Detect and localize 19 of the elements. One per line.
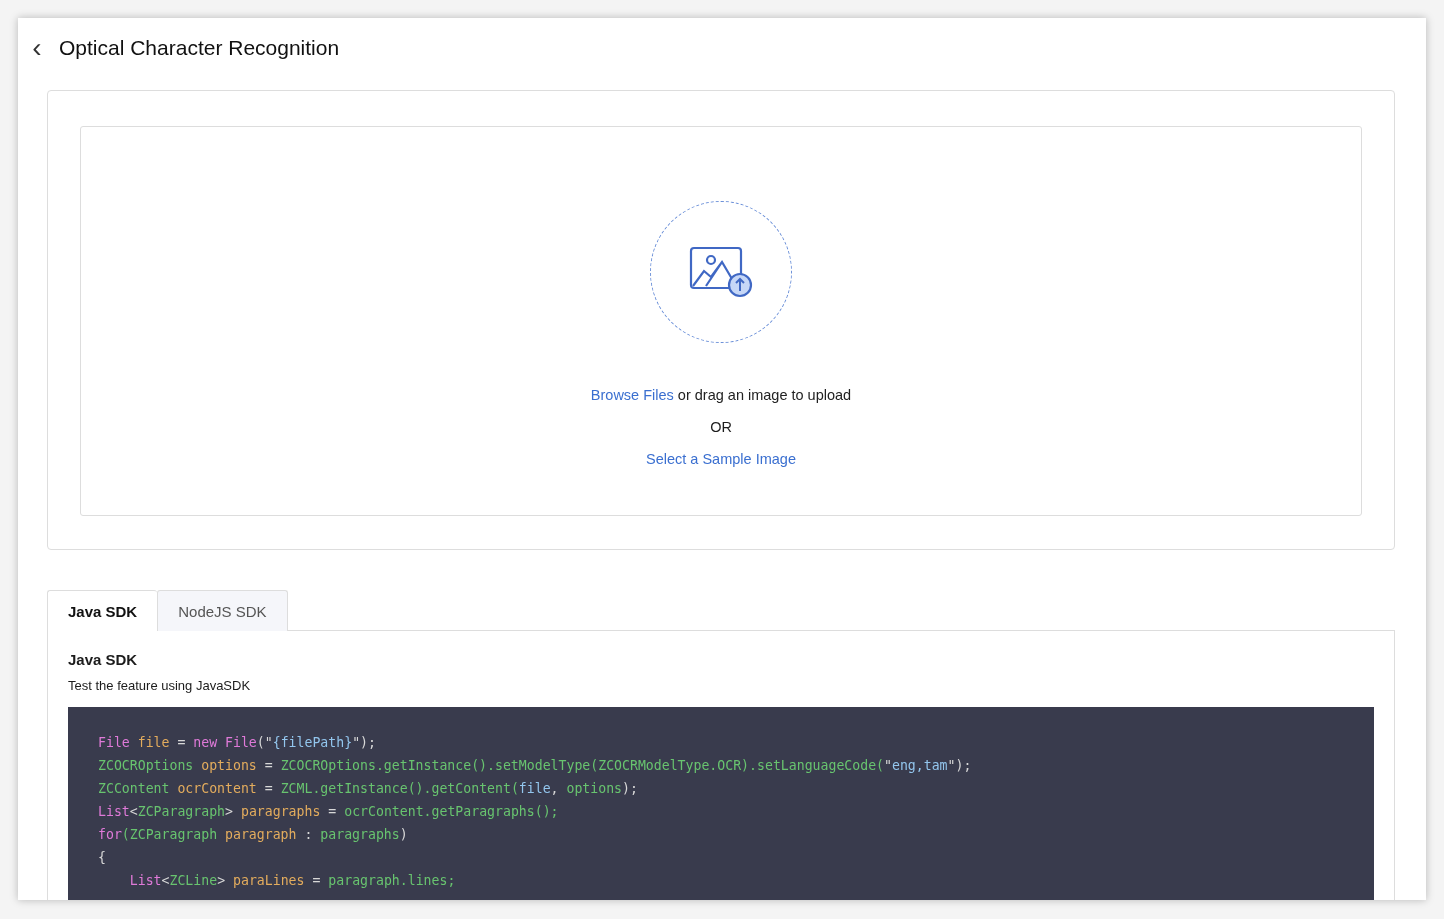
sample-image-link[interactable]: Select a Sample Image bbox=[646, 451, 796, 467]
code-line: { bbox=[98, 849, 107, 867]
code-line: for(ZCParagraph paragraph : paragraphs) bbox=[98, 826, 409, 844]
panel-description: Test the feature using JavaSDK bbox=[68, 678, 252, 693]
drop-zone[interactable]: Browse Files or drag an image to upload OR Select a Sample Image bbox=[80, 126, 1362, 516]
panel-heading: Java SDK bbox=[68, 651, 139, 668]
code-line: File file = new File("{filePath}"); bbox=[98, 734, 377, 752]
back-icon[interactable]: ‹ bbox=[27, 34, 47, 62]
browse-files-link[interactable]: Browse Files bbox=[590, 387, 674, 403]
upload-prompt: Browse Files or drag an image to upload bbox=[590, 387, 852, 403]
code-line: ZCOCROptions options = ZCOCROptions.getInstance().setModelType(ZCOCRModelType.OCR).setLanguageCode("eng,tam"); bbox=[98, 757, 973, 775]
code-line: List<ZCLine> paraLines = paragraph.lines; bbox=[128, 872, 457, 890]
or-separator: OR bbox=[710, 419, 732, 435]
code-line: List<ZCParagraph> paragraphs = ocrContent.getParagraphs(); bbox=[98, 803, 560, 821]
code-line: ZCContent ocrContent = ZCML.getInstance().getContent(file, options); bbox=[98, 780, 639, 798]
sdk-tab[interactable]: NodeJS SDK bbox=[157, 590, 288, 631]
image-upload-icon bbox=[689, 246, 753, 298]
page-title: Optical Character Recognition bbox=[59, 36, 340, 60]
sdk-tab[interactable]: Java SDK bbox=[47, 590, 158, 631]
